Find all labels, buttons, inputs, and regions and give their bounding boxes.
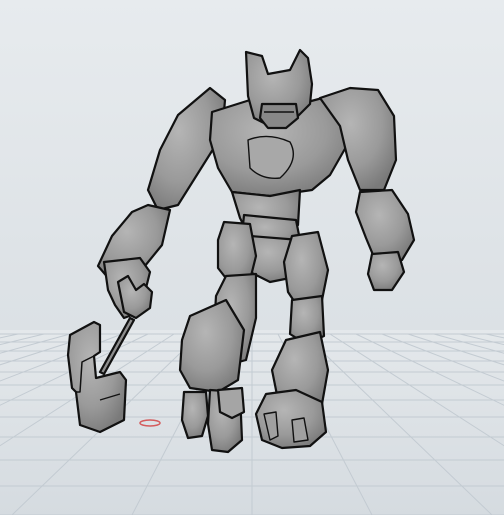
3d-viewport[interactable] <box>0 0 504 515</box>
viewport-canvas[interactable] <box>0 0 504 515</box>
left-arm <box>96 86 227 320</box>
right-arm <box>318 86 416 292</box>
